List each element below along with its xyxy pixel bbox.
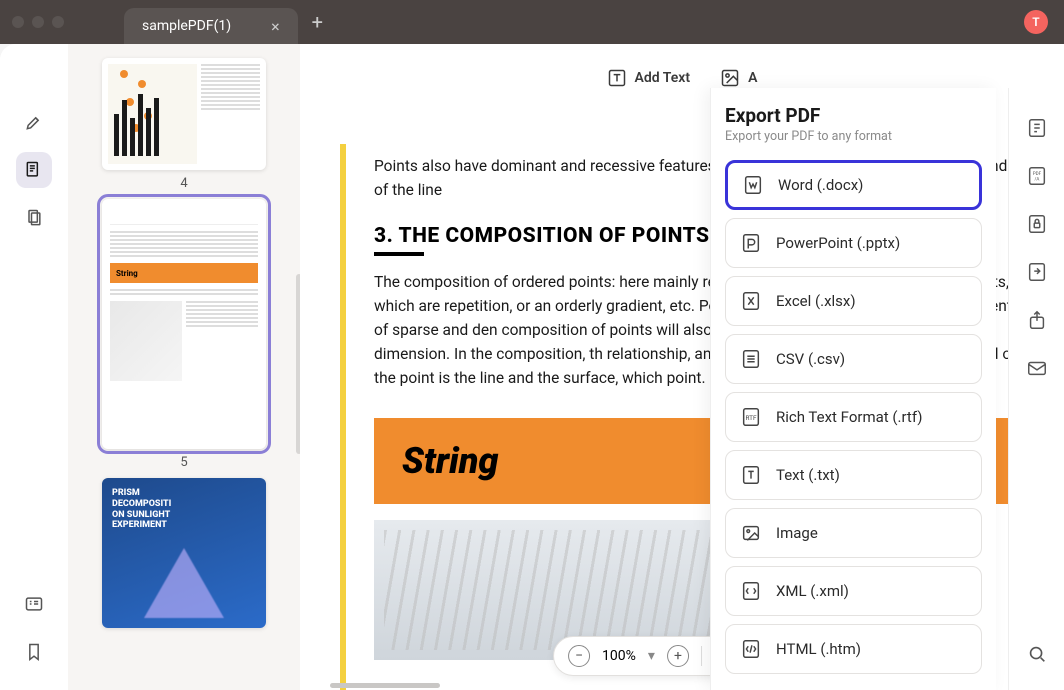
export-option-text[interactable]: Text (.txt) <box>725 450 982 500</box>
document-tab[interactable]: samplePDF(1) × <box>124 8 298 44</box>
page-thumbnail-5[interactable]: String <box>102 199 266 449</box>
horizontal-scrollbar[interactable] <box>330 683 440 688</box>
right-tool-rail: PDF/A <box>1008 88 1064 690</box>
export-option-powerpoint[interactable]: PowerPoint (.pptx) <box>725 218 982 268</box>
tab-title: samplePDF(1) <box>142 18 231 34</box>
rtf-icon: RTF <box>740 406 762 428</box>
export-option-label: HTML (.htm) <box>776 640 861 658</box>
bookmark-icon[interactable] <box>16 634 52 670</box>
word-icon <box>742 174 764 196</box>
excel-icon <box>740 290 762 312</box>
mail-icon[interactable] <box>1025 356 1049 380</box>
pdfa-icon[interactable]: PDF/A <box>1025 164 1049 188</box>
page-edge-marker <box>340 144 346 690</box>
export-option-label: Word (.docx) <box>778 176 863 194</box>
export-option-label: CSV (.csv) <box>776 350 845 368</box>
minimize-window-icon[interactable] <box>32 16 44 28</box>
protect-icon[interactable] <box>1025 212 1049 236</box>
avatar-letter: T <box>1032 15 1039 29</box>
add-text-label: Add Text <box>635 70 691 86</box>
export-option-rtf[interactable]: RTF Rich Text Format (.rtf) <box>725 392 982 442</box>
zoom-in-button[interactable]: + <box>667 645 689 667</box>
zoom-out-button[interactable]: − <box>568 645 590 667</box>
thumb-string-band: String <box>110 263 258 283</box>
export-panel-subtitle: Export your PDF to any format <box>725 129 982 144</box>
csv-icon <box>740 348 762 370</box>
svg-text:PDF: PDF <box>1032 171 1041 177</box>
thumbnail-number: 5 <box>180 455 187 470</box>
export-icon[interactable] <box>1025 260 1049 284</box>
ocr-icon[interactable] <box>1025 116 1049 140</box>
close-tab-icon[interactable]: × <box>271 17 280 36</box>
add-image-label: A <box>748 70 757 86</box>
highlighter-tool-icon[interactable] <box>16 104 52 140</box>
form-fields-icon[interactable] <box>16 586 52 622</box>
pages-tool-icon[interactable] <box>16 200 52 236</box>
export-option-label: Image <box>776 524 818 542</box>
traffic-lights <box>12 16 64 28</box>
export-option-image[interactable]: Image <box>725 508 982 558</box>
search-icon[interactable] <box>1025 642 1049 666</box>
powerpoint-icon <box>740 232 762 254</box>
export-option-label: Text (.txt) <box>776 466 840 484</box>
svg-text:RTF: RTF <box>745 414 757 422</box>
export-option-word[interactable]: Word (.docx) <box>725 160 982 210</box>
window-titlebar: samplePDF(1) × + T <box>0 0 1064 44</box>
export-option-html[interactable]: HTML (.htm) <box>725 624 982 674</box>
zoom-dropdown-icon[interactable]: ▾ <box>648 648 655 664</box>
text-icon <box>740 464 762 486</box>
top-toolbar: Add Text A <box>300 68 1064 88</box>
export-panel-title: Export PDF <box>725 104 982 127</box>
export-option-csv[interactable]: CSV (.csv) <box>725 334 982 384</box>
add-image-button[interactable]: A <box>720 68 757 88</box>
thumb6-line: ON SUNLIGHT <box>112 510 170 520</box>
html-icon <box>740 638 762 660</box>
left-tool-rail <box>0 44 68 690</box>
zoom-level[interactable]: 100% <box>602 648 636 664</box>
thumbnails-panel-icon[interactable] <box>16 152 52 188</box>
export-option-xml[interactable]: XML (.xml) <box>725 566 982 616</box>
add-text-button[interactable]: Add Text <box>607 68 691 88</box>
page-thumbnail-6[interactable]: PRISM DECOMPOSITI ON SUNLIGHT EXPERIMENT <box>102 478 266 628</box>
heading-rule <box>374 252 424 256</box>
user-avatar[interactable]: T <box>1024 10 1048 34</box>
export-option-excel[interactable]: Excel (.xlsx) <box>725 276 982 326</box>
export-option-label: Rich Text Format (.rtf) <box>776 408 922 426</box>
thumb6-line: DECOMPOSITI <box>112 499 171 509</box>
svg-text:/A: /A <box>1034 177 1039 183</box>
export-option-label: Excel (.xlsx) <box>776 292 856 310</box>
thumb6-line: EXPERIMENT <box>112 520 167 530</box>
thumbnail-number: 4 <box>180 176 187 191</box>
xml-icon <box>740 580 762 602</box>
thumbnail-panel[interactable]: 4 String 5 PRISM DECOMPOSITI ON SUNLI <box>68 44 300 690</box>
export-option-label: XML (.xml) <box>776 582 849 600</box>
export-option-label: PowerPoint (.pptx) <box>776 234 900 252</box>
new-tab-button[interactable]: + <box>312 10 323 34</box>
page-thumbnail-4[interactable] <box>102 58 266 170</box>
maximize-window-icon[interactable] <box>52 16 64 28</box>
share-icon[interactable] <box>1025 308 1049 332</box>
close-window-icon[interactable] <box>12 16 24 28</box>
export-panel: Export PDF Export your PDF to any format… <box>710 88 996 690</box>
thumb6-line: PRISM <box>112 488 140 498</box>
image-icon <box>740 522 762 544</box>
